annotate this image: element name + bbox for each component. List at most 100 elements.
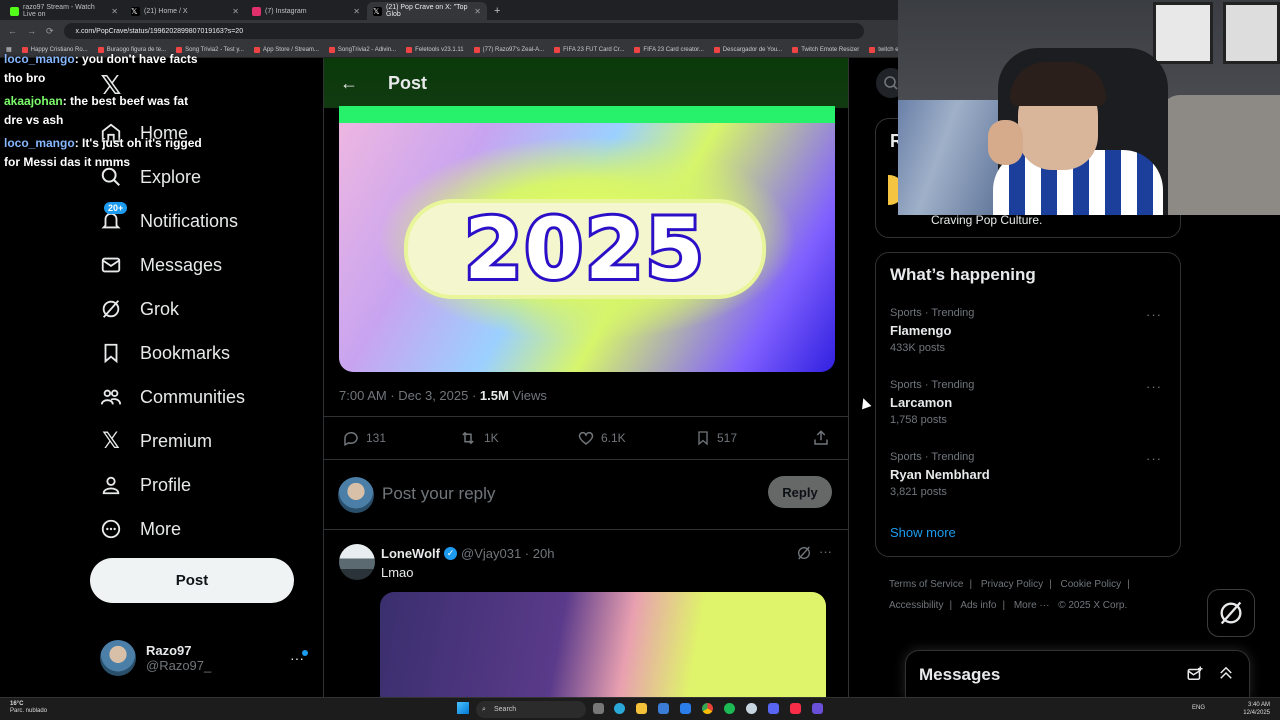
more-icon[interactable]: ··· (290, 650, 308, 666)
bookmark[interactable]: SongTrivia2 - Adivin... (328, 46, 396, 53)
obs-icon[interactable] (812, 703, 823, 714)
search-icon: ⌕ (482, 705, 486, 713)
trend-item[interactable]: Sports · Trending Ryan Nembhard 3,821 po… (890, 451, 1170, 498)
forward-icon[interactable]: → (27, 26, 36, 36)
bookmark[interactable]: Descargador de You... (713, 46, 782, 53)
nav-profile[interactable]: Profile (100, 470, 191, 500)
bookmark[interactable]: (77) Razo97's Zeal-A... (473, 46, 544, 53)
messages-drawer[interactable]: Messages (905, 650, 1250, 698)
close-icon[interactable]: ✕ (474, 7, 481, 16)
reload-icon[interactable]: ⟳ (46, 26, 54, 37)
reply-post[interactable]: LoneWolf ✓ @Vjay031 · 20h ··· Lmao (324, 530, 848, 698)
close-icon[interactable]: ✕ (353, 7, 360, 16)
new-tab-button[interactable]: + (488, 2, 506, 20)
nav-grok[interactable]: Grok (100, 294, 179, 324)
post-media[interactable]: 2025 (339, 106, 835, 372)
back-icon[interactable]: ← (8, 26, 17, 36)
copyright: © 2025 X Corp. (1058, 600, 1128, 611)
chrome-icon[interactable] (702, 703, 713, 714)
trend-category: Sports · Trending (890, 379, 975, 391)
task-view-icon[interactable] (593, 703, 604, 714)
tab-pop-crave[interactable]: 𝕏 (21) Pop Crave on X: "Top Glob ✕ (367, 2, 487, 20)
close-icon[interactable]: ✕ (232, 7, 239, 16)
more-icon[interactable]: ··· (819, 544, 832, 559)
tab-x-home[interactable]: 𝕏 (21) Home / X ✕ (125, 2, 245, 20)
store-icon[interactable] (658, 703, 669, 714)
footer-link[interactable]: Accessibility (889, 600, 943, 611)
nav-label: More (140, 518, 182, 539)
nav-premium[interactable]: 𝕏 Premium (100, 426, 212, 456)
trend-title: Flamengo (890, 323, 952, 338)
nav-notifications[interactable]: 20+ Notifications (100, 202, 238, 236)
bookmark[interactable]: FIFA 23 FUT Card Cr... (554, 46, 624, 53)
edge-icon[interactable] (614, 703, 625, 714)
tab-kick-stream[interactable]: razo97 Stream - Watch Live on ✕ (4, 2, 124, 20)
chevron-up-icon[interactable] (1217, 664, 1235, 687)
grok-icon[interactable] (796, 545, 812, 566)
new-message-icon[interactable] (1186, 665, 1204, 688)
account-switcher[interactable]: Razo97 @Razo97_ ··· (100, 638, 310, 678)
bookmark[interactable]: Twitch Emote Resizer (792, 46, 859, 53)
trend-count: 433K posts (890, 342, 946, 354)
footer-link[interactable]: Cookie Policy (1061, 579, 1122, 590)
post-button[interactable]: Post (90, 558, 294, 603)
nav-messages[interactable]: Messages (100, 250, 222, 280)
bookmark[interactable]: FIFA 23 Card creator... (634, 46, 704, 53)
weather-widget[interactable]: 16°C Parc. nublado (10, 701, 47, 715)
system-clock[interactable]: 3:40 AM 12/4/2025 (1243, 701, 1270, 717)
nav-label: Profile (140, 474, 192, 495)
streamer-hand (988, 120, 1023, 165)
reply-composer: Post your reply Reply (324, 460, 848, 530)
bookmark[interactable]: App Store / Stream... (253, 46, 319, 53)
more-icon[interactable]: ··· (1146, 451, 1162, 466)
repost-action[interactable]: 1K (458, 429, 499, 447)
windows-start-icon[interactable] (457, 702, 469, 714)
footer-divider: | (969, 579, 973, 590)
trend-item[interactable]: Sports · Trending Flamengo 433K posts ··… (890, 307, 1170, 354)
bookmark[interactable]: Feletools v23.1.11 (406, 46, 464, 53)
reply-handle: @Vjay031 · 20h (461, 546, 555, 561)
chat-username: loco_mango (4, 136, 75, 150)
steam-icon[interactable] (746, 703, 757, 714)
nav-communities[interactable]: Communities (100, 382, 245, 412)
nav-bookmarks[interactable]: Bookmarks (100, 338, 230, 368)
grok-icon (100, 298, 122, 320)
repost-icon (462, 431, 474, 445)
language-indicator[interactable]: ENG (1192, 705, 1205, 711)
reply-button[interactable]: Reply (768, 476, 832, 508)
footer-link[interactable]: Ads info (960, 600, 996, 611)
more-icon[interactable]: ··· (1146, 307, 1162, 322)
mail-icon[interactable] (680, 703, 691, 714)
more-icon[interactable]: ··· (1146, 379, 1162, 394)
section-title: What’s happening (890, 265, 1036, 284)
trend-item[interactable]: Sports · Trending Larcamon 1,758 posts ·… (890, 379, 1170, 426)
back-arrow-icon[interactable]: ← (340, 73, 358, 94)
post-timestamp[interactable]: 7:00 AM · Dec 3, 2025 · (339, 388, 480, 403)
share-action[interactable] (812, 429, 830, 447)
url-field[interactable]: x.com/PopCrave/status/199620289980701916… (63, 23, 864, 39)
reply-action[interactable]: 131 (342, 429, 386, 447)
discord-icon[interactable] (768, 703, 779, 714)
webcam-overlay (898, 0, 1280, 215)
file-explorer-icon[interactable] (636, 703, 647, 714)
trend-count: 1,758 posts (890, 414, 947, 426)
year-graphic: 2025 (404, 199, 766, 299)
reply-author[interactable]: LoneWolf ✓ (381, 546, 457, 561)
taskbar-search[interactable]: ⌕ Search (476, 701, 586, 718)
reply-media[interactable] (380, 592, 826, 698)
x-logo-icon: 𝕏 (131, 6, 140, 16)
reply-input[interactable]: Post your reply (382, 484, 495, 504)
spotify-icon[interactable] (724, 703, 735, 714)
footer-link[interactable]: More ··· (1014, 600, 1050, 611)
tab-instagram[interactable]: (7) Instagram ✕ (246, 2, 366, 20)
nav-more[interactable]: More (100, 514, 181, 544)
bookmark-action[interactable]: 517 (695, 429, 737, 447)
show-more-link[interactable]: Show more (890, 525, 956, 540)
avatar (338, 477, 374, 513)
grok-floating-button[interactable] (1207, 589, 1255, 637)
footer-link[interactable]: Terms of Service (889, 579, 963, 590)
music-icon[interactable] (790, 703, 801, 714)
close-icon[interactable]: ✕ (111, 7, 118, 16)
footer-link[interactable]: Privacy Policy (981, 579, 1043, 590)
like-action[interactable]: 6.1K (577, 429, 626, 447)
